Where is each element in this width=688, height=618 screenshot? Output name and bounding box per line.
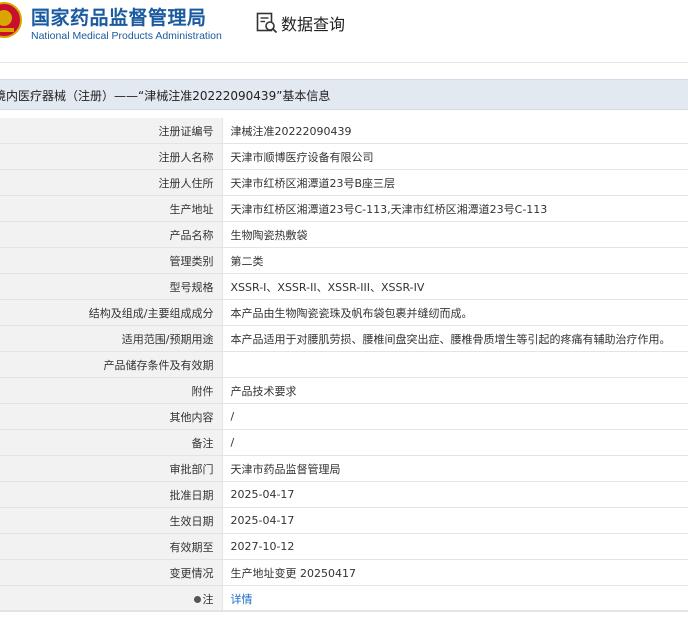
record-title: 境内医疗器械（注册）——“津械注准20222090439”基本信息 xyxy=(0,89,331,103)
device-info-table: 注册证编号 津械注准20222090439 注册人名称 天津市顺博医疗设备有限公司 注册… xyxy=(0,118,688,612)
table-row-note: 注 详情 xyxy=(0,585,688,612)
note-value-cell: 详情 xyxy=(222,585,688,612)
table-bottom-divider xyxy=(0,610,688,611)
field-value: 产品技术要求 xyxy=(222,377,688,404)
field-label: 生产地址 xyxy=(0,195,223,222)
table-row: 型号规格 XSSR-I、XSSR-II、XSSR-III、XSSR-IV xyxy=(0,273,688,300)
field-label: 注册证编号 xyxy=(0,118,223,144)
field-label: 其他内容 xyxy=(0,403,223,430)
national-emblem-icon xyxy=(0,2,22,38)
field-label: 生效日期 xyxy=(0,507,223,534)
field-label: 备注 xyxy=(0,429,223,456)
field-value: 2027-10-12 xyxy=(222,533,688,560)
table-row: 注册人名称 天津市顺博医疗设备有限公司 xyxy=(0,143,688,170)
field-label: 注册人名称 xyxy=(0,143,223,170)
data-query-link[interactable]: 数据查询 xyxy=(281,11,345,35)
table-row: 批准日期 2025-04-17 xyxy=(0,481,688,508)
table-row: 生产地址 天津市红桥区湘潭道23号C-113,天津市红桥区湘潭道23号C-113 xyxy=(0,195,688,222)
field-value: / xyxy=(222,403,688,430)
data-search-icon xyxy=(256,12,278,34)
note-label-cell: 注 xyxy=(0,585,223,612)
table-row: 注册证编号 津械注准20222090439 xyxy=(0,118,688,144)
org-name-cn[interactable]: 国家药品监督管理局 xyxy=(31,3,207,30)
field-value: 第二类 xyxy=(222,247,688,274)
field-value: 天津市红桥区湘潭道23号C-113,天津市红桥区湘潭道23号C-113 xyxy=(222,195,688,222)
field-label: 结构及组成/主要组成成分 xyxy=(0,299,223,326)
field-label: 审批部门 xyxy=(0,455,223,482)
field-value: 天津市顺博医疗设备有限公司 xyxy=(222,143,688,170)
table-row: 附件 产品技术要求 xyxy=(0,377,688,404)
field-value: XSSR-I、XSSR-II、XSSR-III、XSSR-IV xyxy=(222,273,688,300)
table-row: 产品名称 生物陶瓷热敷袋 xyxy=(0,221,688,248)
field-label: 产品名称 xyxy=(0,221,223,248)
site-header: 国家药品监督管理局 National Medical Products Admi… xyxy=(0,0,688,63)
table-row: 结构及组成/主要组成成分 本产品由生物陶瓷瓷珠及帆布袋包裹并缝纫而成。 xyxy=(0,299,688,326)
field-label: 变更情况 xyxy=(0,559,223,586)
field-label: 注册人住所 xyxy=(0,169,223,196)
table-row: 有效期至 2027-10-12 xyxy=(0,533,688,560)
field-label: 管理类别 xyxy=(0,247,223,274)
note-label: 注 xyxy=(202,592,214,606)
field-value: 天津市药品监督管理局 xyxy=(222,455,688,482)
table-row: 审批部门 天津市药品监督管理局 xyxy=(0,455,688,482)
table-row: 其他内容 / xyxy=(0,403,688,430)
table-row: 注册人住所 天津市红桥区湘潭道23号B座三层 xyxy=(0,169,688,196)
table-row: 适用范围/预期用途 本产品适用于对腰肌劳损、腰椎间盘突出症、腰椎骨质增生等引起的疼… xyxy=(0,325,688,352)
table-row: 管理类别 第二类 xyxy=(0,247,688,274)
bullet-icon xyxy=(193,595,201,603)
field-value: 津械注准20222090439 xyxy=(222,118,688,144)
field-value: 2025-04-17 xyxy=(222,507,688,534)
field-value: 天津市红桥区湘潭道23号B座三层 xyxy=(222,169,688,196)
field-label: 适用范围/预期用途 xyxy=(0,325,223,352)
field-value: / xyxy=(222,429,688,456)
org-name-en[interactable]: National Medical Products Administration xyxy=(31,30,222,42)
table-row: 变更情况 生产地址变更 20250417 xyxy=(0,559,688,586)
record-title-bar: 境内医疗器械（注册）——“津械注准20222090439”基本信息 xyxy=(0,79,688,110)
field-value: 本产品由生物陶瓷瓷珠及帆布袋包裹并缝纫而成。 xyxy=(222,299,688,326)
table-row: 生效日期 2025-04-17 xyxy=(0,507,688,534)
field-value xyxy=(222,351,688,378)
table-row: 备注 / xyxy=(0,429,688,456)
table-row: 产品储存条件及有效期 xyxy=(0,351,688,378)
field-label: 批准日期 xyxy=(0,481,223,508)
field-label: 有效期至 xyxy=(0,533,223,560)
field-value: 本产品适用于对腰肌劳损、腰椎间盘突出症、腰椎骨质增生等引起的疼痛有辅助治疗作用。 xyxy=(222,325,688,352)
details-link[interactable]: 详情 xyxy=(231,593,253,606)
field-label: 附件 xyxy=(0,377,223,404)
field-value: 2025-04-17 xyxy=(222,481,688,508)
field-label: 型号规格 xyxy=(0,273,223,300)
field-value: 生产地址变更 20250417 xyxy=(222,559,688,586)
field-value: 生物陶瓷热敷袋 xyxy=(222,221,688,248)
field-label: 产品储存条件及有效期 xyxy=(0,351,223,378)
